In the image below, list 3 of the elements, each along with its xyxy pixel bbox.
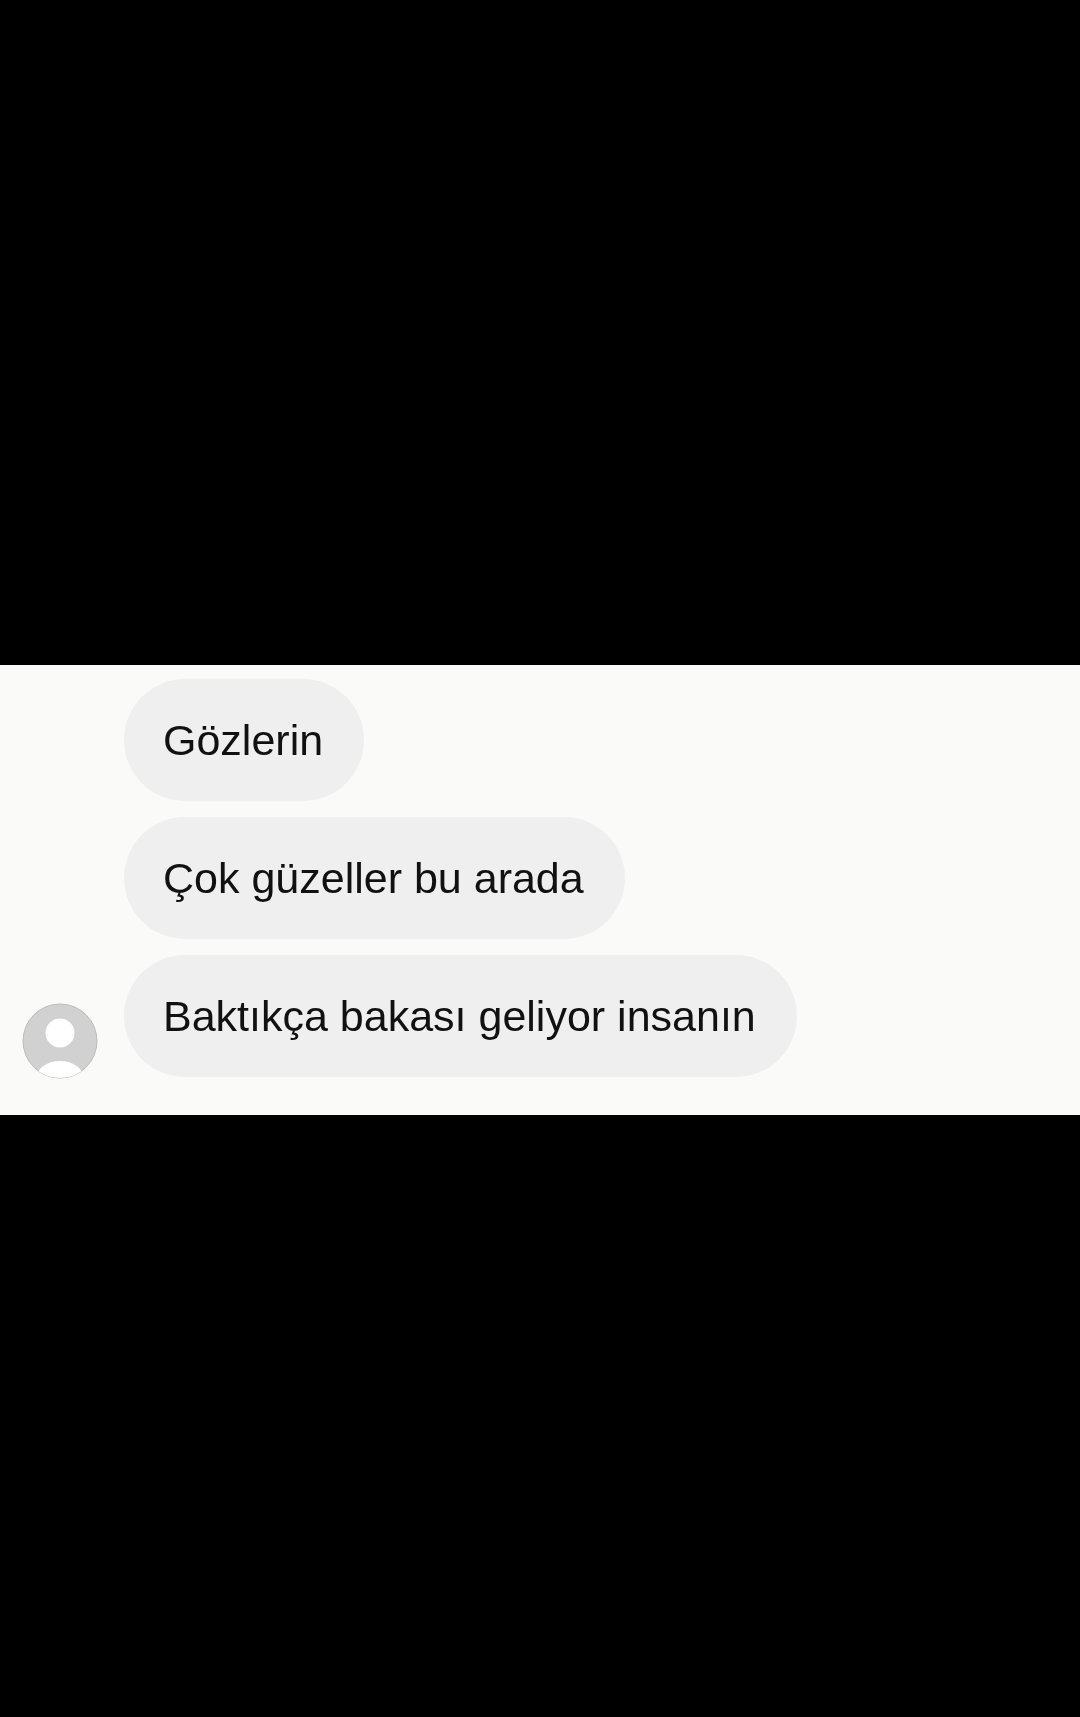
message-bubble: Çok güzeller bu arada (124, 817, 625, 939)
message-bubble: Baktıkça bakası geliyor insanın (124, 955, 797, 1077)
message-bubble: Gözlerin (124, 679, 365, 801)
